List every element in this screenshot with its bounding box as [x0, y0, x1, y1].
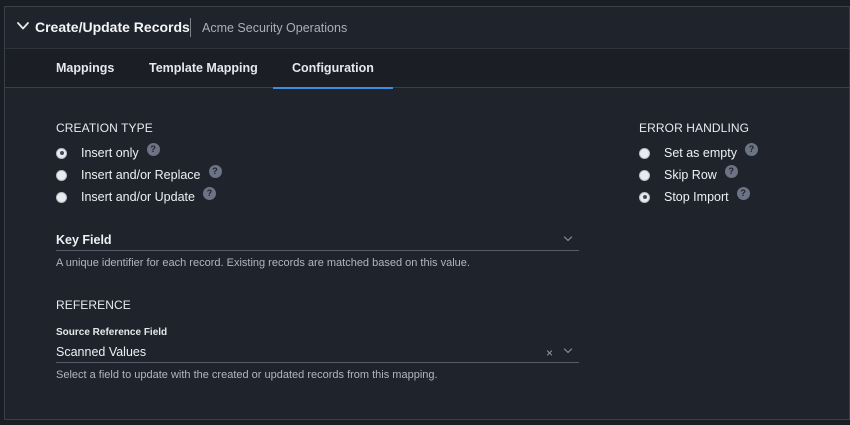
help-icon[interactable]: ? — [724, 164, 738, 178]
tab-bar: Mappings Template Mapping Configuration — [5, 48, 849, 89]
chevron-down-icon[interactable] — [563, 346, 573, 356]
radio-insert-only[interactable]: Insert only ? — [56, 142, 160, 161]
source-reference-label: Source Reference Field — [56, 327, 168, 338]
tab-mappings[interactable]: Mappings — [56, 49, 114, 88]
radio-label: Insert and/or Update — [81, 190, 195, 204]
radio-button[interactable] — [639, 191, 650, 203]
close-icon[interactable]: × — [546, 346, 553, 360]
key-field-value: Key Field — [56, 233, 112, 247]
help-icon[interactable]: ? — [744, 142, 758, 156]
radio-label: Insert only — [81, 146, 139, 160]
help-icon[interactable]: ? — [202, 186, 216, 200]
help-icon[interactable]: ? — [146, 142, 160, 156]
creation-type-title: CREATION TYPE — [56, 121, 153, 135]
radio-stop-import[interactable]: Stop Import ? — [639, 186, 750, 205]
reference-title: REFERENCE — [56, 298, 131, 312]
tab-configuration[interactable]: Configuration — [273, 49, 393, 89]
chevron-down-icon[interactable] — [563, 234, 573, 244]
panel-subtitle: Acme Security Operations — [202, 21, 348, 35]
radio-label: Stop Import — [664, 190, 729, 204]
radio-insert-update[interactable]: Insert and/or Update ? — [56, 186, 216, 205]
key-field-helper: A unique identifier for each record. Exi… — [56, 257, 470, 269]
radio-label: Insert and/or Replace — [81, 168, 201, 182]
error-handling-title: ERROR HANDLING — [639, 121, 750, 135]
tab-template-mapping[interactable]: Template Mapping — [149, 49, 258, 88]
radio-button[interactable] — [56, 191, 67, 203]
radio-skip-row[interactable]: Skip Row ? — [639, 164, 738, 183]
radio-set-as-empty[interactable]: Set as empty ? — [639, 142, 758, 161]
panel-header: Create/Update Records Acme Security Oper… — [5, 7, 849, 48]
radio-label: Set as empty — [664, 146, 737, 160]
source-reference-helper: Select a field to update with the create… — [56, 369, 438, 381]
radio-button[interactable] — [639, 169, 650, 181]
radio-button[interactable] — [56, 147, 67, 159]
radio-button[interactable] — [639, 147, 650, 159]
radio-insert-replace[interactable]: Insert and/or Replace ? — [56, 164, 222, 183]
key-field-select[interactable]: Key Field — [56, 231, 579, 251]
header-divider — [190, 18, 191, 37]
radio-button[interactable] — [56, 169, 67, 181]
help-icon[interactable]: ? — [736, 186, 750, 200]
source-reference-select[interactable]: Scanned Values × — [56, 343, 579, 363]
radio-label: Skip Row — [664, 168, 717, 182]
source-reference-value: Scanned Values — [56, 345, 147, 359]
panel-title: Create/Update Records — [35, 19, 190, 35]
help-icon[interactable]: ? — [208, 164, 222, 178]
chevron-down-icon[interactable] — [16, 19, 30, 33]
configuration-panel: Create/Update Records Acme Security Oper… — [4, 6, 850, 420]
